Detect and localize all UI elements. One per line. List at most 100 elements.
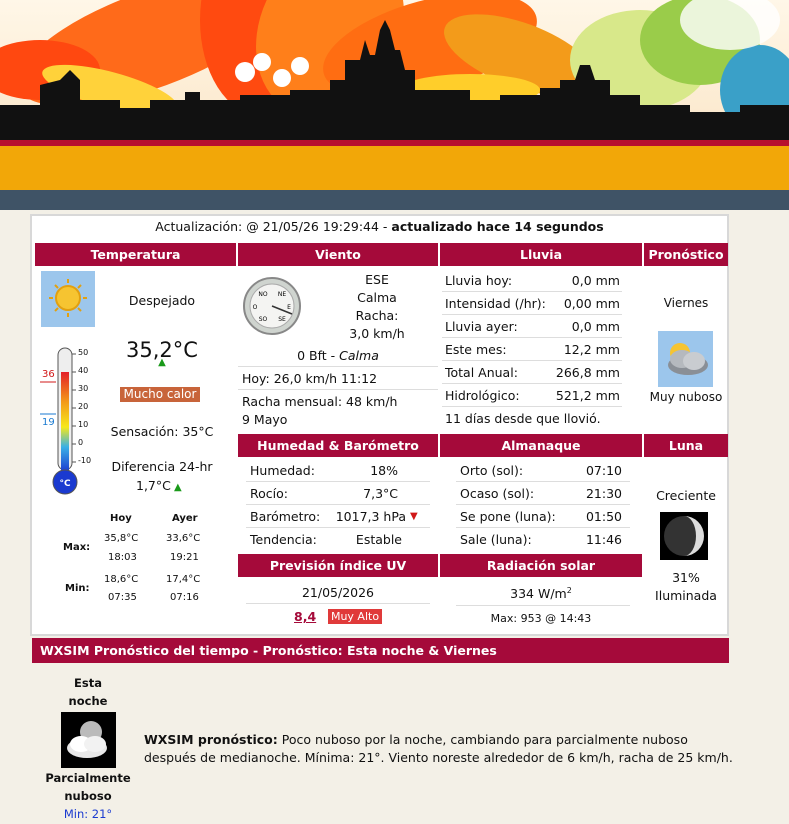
svg-text:°C: °C [59,479,71,489]
days-since-rain: 11 días desde que llovió. [445,411,601,426]
therm-tick: 0 [78,438,84,447]
today-min-time: 07:35 [108,592,137,603]
almanac-value: 11:46 [585,532,622,547]
almanac-header: Almanaque [440,434,642,457]
svg-text:NO: NO [258,291,267,298]
moon-phase: Creciente [656,488,716,503]
almanac-label: Orto (sol): [460,463,524,478]
min-label: Min: [65,583,90,594]
therm-tick: 20 [78,402,89,411]
moon-header: Luna [644,434,728,457]
wxsim-period-line1: Esta [74,676,102,690]
therm-tick: 10 [78,420,89,429]
yest-min: 17,4°C [166,574,201,585]
wxsim-cond-line2: nuboso [64,789,112,803]
therm-tick: 30 [78,384,89,393]
rain-label: Lluvia ayer: [445,319,518,334]
almanac-value: 07:10 [585,463,622,478]
update-ago: actualizado hace 14 segundos [391,219,604,234]
wind-monthly-date: 9 Mayo [242,412,288,427]
wxsim-forecast-bar: WXSIM Pronóstico del tiempo - Pronóstico… [32,638,729,663]
diff-up-arrow-icon: ▲ [170,482,182,493]
almanac-value: 01:50 [585,509,622,524]
yest-max-time: 19:21 [170,552,199,563]
svg-text:O: O [253,304,258,311]
rain-header: Lluvia [440,243,642,266]
rain-value: 12,2 mm [563,342,620,357]
wxsim-period-line2: noche [68,694,108,708]
barometer-label: Barómetro: [250,509,321,524]
almanac-label: Ocaso (sol): [460,486,535,501]
rain-label: Lluvia hoy: [445,273,513,288]
rain-label: Intensidad (/hr): [445,296,546,311]
svg-text:SO: SO [259,316,268,323]
forecast-header: Pronóstico [644,243,728,266]
wind-header: Viento [238,243,438,266]
svg-text:SE: SE [278,316,286,323]
moon-percent: 31% [672,570,700,585]
temperature-badge: Mucho calor [120,387,200,402]
dewpoint-value: 7,3°C [363,486,398,501]
forecast-day: Viernes [663,296,709,310]
diff-24h-label: Diferencia 24-hr [111,459,213,474]
temp-up-arrow-icon: ▲ [158,357,166,368]
wind-monthly-gust: Racha mensual: 48 km/h [242,394,398,409]
solar-header: Radiación solar [440,554,642,577]
therm-tick: 50 [78,348,89,357]
wind-gust-label: Racha: [355,308,399,323]
rain-value: 0,00 mm [563,296,620,311]
feels-like: Sensación: 35°C [110,424,214,439]
rain-label: Este mes: [445,342,507,357]
wind-beaufort: 0 Bft - Calma [297,348,379,363]
humidity-label: Humedad: [250,463,315,478]
today-min: 18,6°C [104,574,139,585]
temperature-condition: Despejado [128,293,196,308]
weather-dashboard: Actualización: @ 21/05/26 19:29:44 - act… [30,214,729,636]
therm-max-marker: 36 [42,369,55,380]
rain-value: 0,0 mm [571,319,620,334]
wxsim-text: WXSIM pronóstico: Poco nuboso por la noc… [144,731,734,767]
diff-24h-value: 1,7°C ▲ [136,478,182,493]
header-banner [0,0,789,210]
partly-cloudy-night-icon [61,712,116,768]
therm-tick: 40 [78,366,89,375]
therm-min-marker: 19 [42,417,55,428]
almanac-label: Se pone (luna): [460,509,556,524]
barometer-value: 1017,3 hPa [335,509,406,524]
today-max: 35,8°C [104,533,139,544]
rain-label: Total Anual: [445,365,518,380]
mostly-cloudy-icon [658,331,713,387]
rain-value: 0,0 mm [571,273,620,288]
wind-gust-value: 3,0 km/h [349,326,405,341]
uv-index-link[interactable]: 8,4 [294,609,316,624]
temperature-header: Temperatura [35,243,236,266]
uv-header: Previsión índice UV [238,554,438,577]
moon-icon [660,512,708,560]
trend-label: Tendencia: [250,532,317,547]
wind-compass-icon: NO NE O E SO SE [243,277,301,335]
solar-max: Max: 953 @ 14:43 [490,612,592,625]
svg-text:NE: NE [278,291,286,298]
sunny-icon [41,271,95,327]
today-max-time: 18:03 [108,552,137,563]
wind-calm: Calma [357,290,397,305]
pressure-down-arrow-icon: ▼ [410,511,418,522]
wxsim-min-temp: Min: 21° [63,807,113,821]
col-yesterday: Ayer [172,513,198,524]
wxsim-label: WXSIM pronóstico: [144,732,278,747]
svg-text:E: E [287,304,291,311]
wxsim-cond-line1: Parcialmente [45,771,131,785]
rain-value: 521,2 mm [555,388,620,403]
almanac-value: 21:30 [585,486,622,501]
rain-label: Hidrológico: [445,388,520,403]
uv-level-badge: Muy Alto [328,609,382,624]
rain-value: 266,8 mm [555,365,620,380]
almanac-label: Sale (luna): [460,532,532,547]
humidity-value: 18% [370,463,398,478]
dewpoint-label: Rocío: [250,486,288,501]
max-label: Max: [63,542,91,553]
solar-value: 334 W/m2 [510,586,572,602]
update-label: Actualización: @ 21/05/26 19:29:44 - [155,219,392,234]
uv-date: 21/05/2026 [301,585,375,600]
humidity-header: Humedad & Barómetro [238,434,438,457]
